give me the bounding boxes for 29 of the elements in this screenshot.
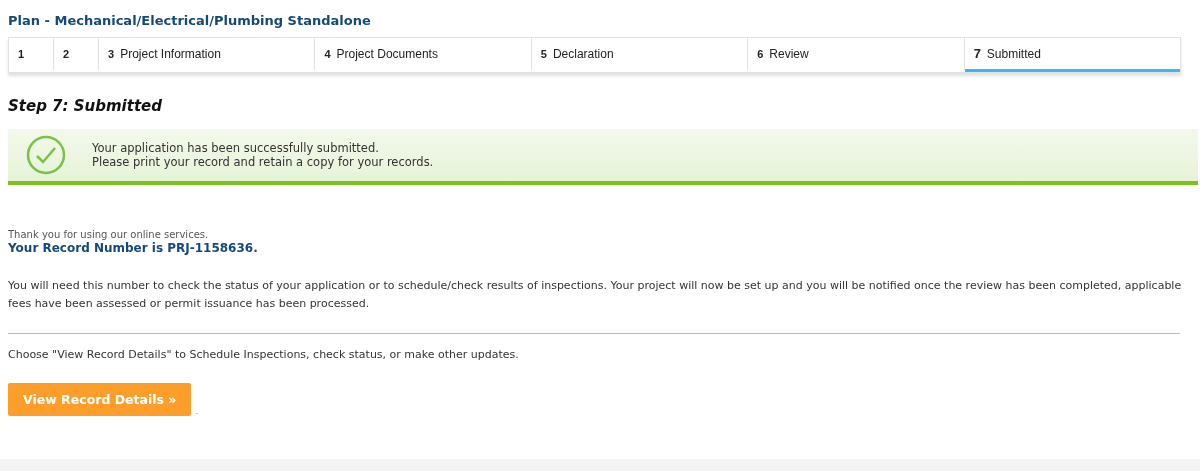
- step-tab[interactable]: 3 Project Information: [99, 38, 316, 72]
- page-title: Plan - Mechanical/Electrical/Plumbing Standalone: [8, 13, 371, 28]
- step-tab[interactable]: 5 Declaration: [531, 38, 749, 72]
- step-number: 5: [540, 47, 547, 60]
- step-label: Project Information: [120, 46, 221, 61]
- thanks-text: Thank you for using our online services.: [8, 229, 210, 240]
- instruction-text: Choose "View Record Details" to Schedule Inspections, check status, or make other updates.: [8, 348, 520, 361]
- record-number: Your Record Number is PRJ-1158636.: [8, 241, 259, 255]
- step-number: 1: [18, 47, 25, 60]
- step-number: 6: [757, 47, 764, 60]
- step-number: 4: [324, 47, 331, 60]
- step-tab[interactable]: 6 Review: [748, 38, 965, 72]
- step-number: 2: [63, 47, 70, 60]
- step-tab[interactable]: 7 Submitted: [964, 38, 1181, 72]
- step-label: Project Documents: [336, 46, 438, 61]
- step-number: 3: [108, 47, 115, 60]
- checkmark-icon: [26, 135, 66, 175]
- step-tab[interactable]: 2: [54, 38, 99, 72]
- step-tab[interactable]: 4 Project Documents: [315, 38, 532, 72]
- trailing-mark: .: [195, 406, 199, 416]
- step-heading: Step 7: Submitted: [8, 97, 162, 115]
- success-message: Your application has been successfully submitted.: [92, 141, 380, 155]
- success-message: Please print your record and retain a copy for your records.: [92, 155, 434, 169]
- step-label: Submitted: [986, 46, 1041, 61]
- step-number: 7: [973, 46, 981, 61]
- step-tab[interactable]: 1: [9, 38, 54, 72]
- step-label: Declaration: [552, 46, 614, 61]
- info-paragraph: You will need this number to check the status of your application or to schedule/check results of inspections. Your project will now be set up and you will be notified once the review has been completed, applicable fees have been assessed or permit issuance has been processed.: [8, 278, 1183, 312]
- step-label: Review: [769, 46, 809, 61]
